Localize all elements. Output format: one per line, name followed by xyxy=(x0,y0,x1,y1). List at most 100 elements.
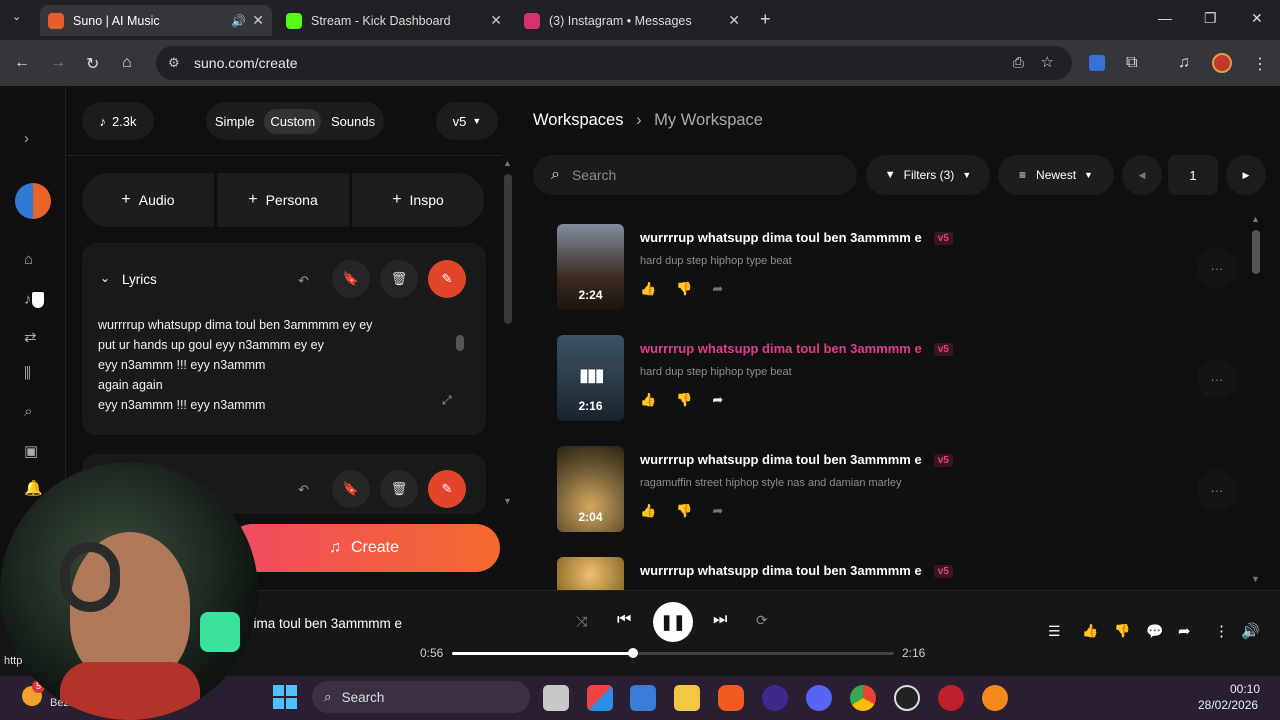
song-cover[interactable] xyxy=(557,557,624,590)
fl-studio-icon[interactable] xyxy=(982,685,1008,711)
bookmark-star-icon[interactable]: ☆ xyxy=(1041,53,1054,71)
more-options-icon[interactable]: ··· xyxy=(1197,470,1237,510)
song-row[interactable]: wurrrrup whatsupp dima toul ben 3ammmm e… xyxy=(557,557,1237,590)
brave-browser-icon[interactable] xyxy=(718,685,744,711)
share-arrow-icon[interactable]: ➦ xyxy=(1178,622,1191,640)
home-icon[interactable]: ⌂ xyxy=(24,251,33,268)
file-explorer-icon[interactable] xyxy=(674,685,700,711)
collapse-chevron-icon[interactable]: ⌄ xyxy=(100,271,110,285)
thumbs-up-icon[interactable]: 👍 xyxy=(640,503,656,519)
previous-track-icon[interactable]: ⏮ xyxy=(617,611,631,629)
volume-icon[interactable]: 🔊 xyxy=(1241,622,1260,640)
sort-button[interactable]: ≡ Newest ▼ xyxy=(998,155,1114,195)
close-tab-icon[interactable]: ✕ xyxy=(252,12,264,29)
url-field[interactable]: ⚙ suno.com/create ⎙ ☆ xyxy=(156,46,1072,80)
thumbs-down-icon[interactable]: 👎 xyxy=(676,392,692,408)
media-controls-icon[interactable]: ♫ xyxy=(1178,54,1190,72)
window-close-icon[interactable]: ✕ xyxy=(1251,10,1263,27)
add-inspo-button[interactable]: + Inspo xyxy=(352,173,484,227)
thumbs-up-icon[interactable]: 👍 xyxy=(1082,623,1098,639)
now-playing-title[interactable]: dima toul ben 3ammmm e xyxy=(246,616,402,631)
red-app-icon[interactable] xyxy=(938,685,964,711)
tab-list-chevron-icon[interactable]: ⌄ xyxy=(12,10,28,26)
tab-kick[interactable]: Stream - Kick Dashboard ✕ xyxy=(278,5,510,36)
lyrics-textarea[interactable]: wurrrrup whatsupp dima toul ben 3ammmm e… xyxy=(98,315,438,419)
thumbs-up-icon[interactable]: 👍 xyxy=(640,392,656,408)
list-scrollbar[interactable] xyxy=(1252,230,1260,274)
more-options-icon[interactable]: ⋮ xyxy=(1214,622,1229,640)
undo-icon[interactable]: ↶ xyxy=(298,482,309,498)
song-title[interactable]: wurrrrup whatsupp dima toul ben 3ammmm e… xyxy=(640,230,953,246)
lyrics-scrollbar[interactable] xyxy=(456,335,464,351)
obs-like-app-icon[interactable] xyxy=(762,685,788,711)
expand-icon[interactable]: ⤢ xyxy=(442,393,452,408)
song-row[interactable]: ▮▮▮ 2:16 wurrrrup whatsupp dima toul ben… xyxy=(557,335,1237,423)
thumbs-up-icon[interactable]: 👍 xyxy=(640,281,656,297)
extensions-puzzle-icon[interactable]: ⧉ xyxy=(1126,54,1137,72)
song-cover[interactable]: ▮▮▮ 2:16 xyxy=(557,335,624,421)
share-arrow-icon[interactable]: ➦ xyxy=(712,281,723,297)
back-arrow-icon[interactable]: ← xyxy=(14,54,30,72)
save-lyrics-bookmark-icon[interactable]: 🔖 xyxy=(332,260,370,298)
thumbs-down-icon[interactable]: 👎 xyxy=(676,281,692,297)
search-icon[interactable]: ⌕ xyxy=(24,403,32,420)
panel-scrollbar[interactable] xyxy=(504,174,512,324)
install-app-icon[interactable]: ⎙ xyxy=(1013,54,1024,71)
tab-instagram[interactable]: (3) Instagram • Messages ✕ xyxy=(516,5,748,36)
discord-icon[interactable] xyxy=(806,685,832,711)
comment-icon[interactable]: 💬 xyxy=(1146,623,1163,640)
prev-page-button[interactable]: ◀ xyxy=(1122,155,1162,195)
song-title[interactable]: wurrrrup whatsupp dima toul ben 3ammmm e… xyxy=(640,563,953,579)
scroll-down-arrow-icon[interactable]: ▼ xyxy=(1251,574,1260,584)
new-tab-plus-icon[interactable]: + xyxy=(760,9,771,30)
undo-icon[interactable]: ↶ xyxy=(298,273,309,289)
song-cover[interactable]: 2:24 xyxy=(557,224,624,310)
filters-button[interactable]: ▼ Filters (3) ▼ xyxy=(866,155,990,195)
close-tab-icon[interactable]: ✕ xyxy=(728,12,740,29)
magic-wand-icon[interactable]: ✎ xyxy=(428,260,466,298)
song-title[interactable]: wurrrrup whatsupp dima toul ben 3ammmm e… xyxy=(640,341,953,357)
add-persona-button[interactable]: + Persona xyxy=(217,173,349,227)
progress-handle[interactable] xyxy=(628,648,639,658)
add-audio-button[interactable]: + Audio xyxy=(82,173,214,227)
taskbar-search-box[interactable]: ⌕ Search xyxy=(312,681,530,713)
breadcrumb-workspaces[interactable]: Workspaces xyxy=(533,111,623,129)
tab-suno[interactable]: Suno | AI Music 🔊 ✕ xyxy=(40,5,272,36)
notifications-bell-icon[interactable]: 🔔 xyxy=(24,479,43,497)
mode-custom[interactable]: Custom xyxy=(264,108,322,134)
magic-wand-icon[interactable]: ✎ xyxy=(428,470,466,508)
credits-button[interactable]: ♪ 2.3k xyxy=(82,102,154,140)
song-row[interactable]: 2:04 wurrrrup whatsupp dima toul ben 3am… xyxy=(557,446,1237,534)
site-info-icon[interactable]: ⚙ xyxy=(168,55,180,71)
pause-button[interactable]: ❚❚ xyxy=(653,602,693,642)
repeat-icon[interactable]: ⟳ xyxy=(756,612,768,629)
scroll-up-arrow-icon[interactable]: ▲ xyxy=(503,158,512,168)
store-icon[interactable] xyxy=(630,685,656,711)
start-windows-icon[interactable] xyxy=(273,685,297,709)
shuffle-icon[interactable]: ⤨ xyxy=(576,613,587,630)
scroll-down-arrow-icon[interactable]: ▼ xyxy=(503,496,512,506)
restore-icon[interactable]: ❐ xyxy=(1204,10,1217,27)
share-arrow-icon[interactable]: ➦ xyxy=(712,503,723,519)
search-input[interactable]: ⌕ Search xyxy=(533,155,857,195)
minimize-icon[interactable]: — xyxy=(1158,10,1172,26)
thumbs-down-icon[interactable]: 👎 xyxy=(1114,623,1130,639)
studio-icon[interactable]: ⇄ xyxy=(24,328,37,346)
close-tab-icon[interactable]: ✕ xyxy=(490,12,502,29)
obs-studio-icon[interactable] xyxy=(894,685,920,711)
clock-time[interactable]: 00:10 xyxy=(1230,682,1260,696)
library-icon[interactable]: ⫼ xyxy=(24,365,31,382)
user-avatar[interactable] xyxy=(15,183,51,219)
mode-sounds[interactable]: Sounds xyxy=(331,114,375,129)
hooks-icon[interactable]: ▣ xyxy=(24,442,38,460)
next-page-button[interactable]: ▶ xyxy=(1226,155,1266,195)
share-arrow-icon[interactable]: ➦ xyxy=(712,392,723,408)
song-row[interactable]: 2:24 wurrrrup whatsupp dima toul ben 3am… xyxy=(557,224,1237,312)
home-icon[interactable]: ⌂ xyxy=(122,54,132,72)
extension-shield-icon[interactable] xyxy=(1089,55,1105,71)
more-options-icon[interactable]: ··· xyxy=(1197,359,1237,399)
chrome-icon[interactable] xyxy=(850,685,876,711)
widgets-icon[interactable] xyxy=(587,685,613,711)
clear-lyrics-trash-icon[interactable]: 🗑 xyxy=(380,260,418,298)
song-cover[interactable]: 2:04 xyxy=(557,446,624,532)
